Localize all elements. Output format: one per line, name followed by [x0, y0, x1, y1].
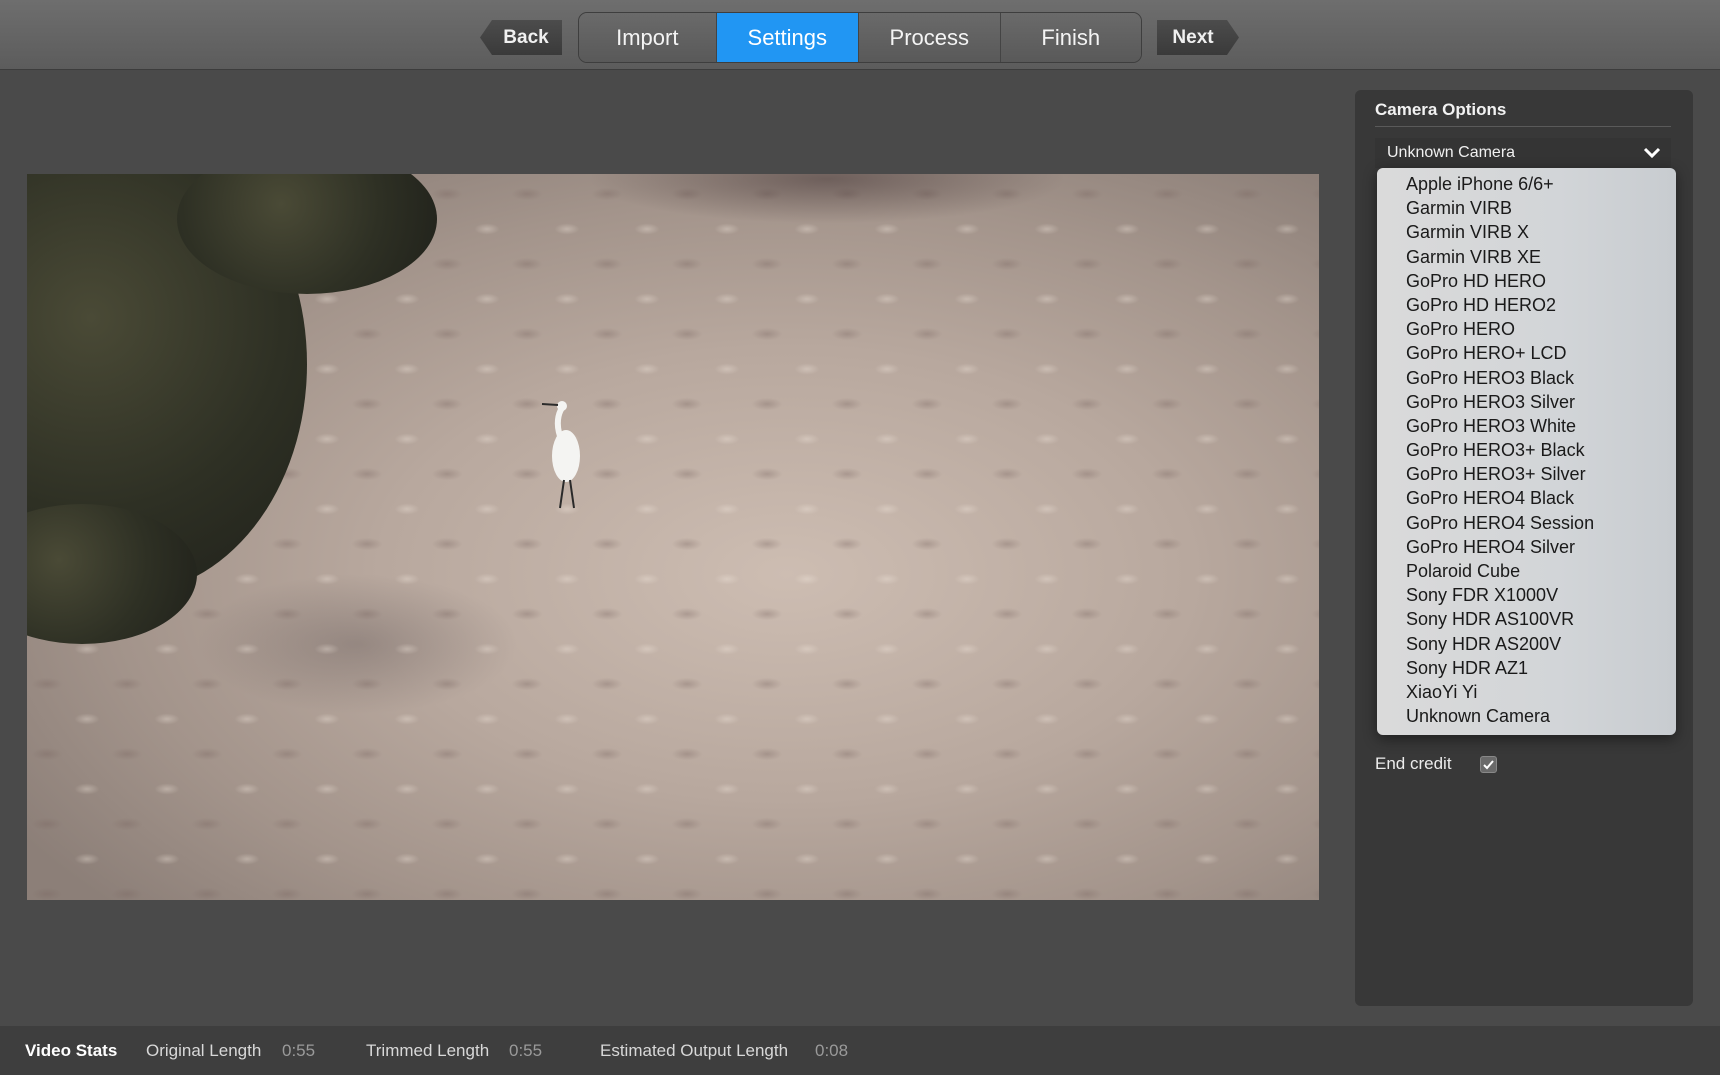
tab-finish[interactable]: Finish: [1000, 13, 1141, 62]
panel-title: Camera Options: [1375, 100, 1507, 119]
back-button[interactable]: Back: [480, 20, 562, 55]
camera-dropdown-menu: Apple iPhone 6/6+ Garmin VIRB Garmin VIR…: [1377, 168, 1676, 735]
next-button[interactable]: Next: [1157, 20, 1239, 55]
dropdown-option[interactable]: GoPro HERO4 Session: [1377, 511, 1676, 535]
dropdown-option[interactable]: Unknown Camera: [1377, 704, 1676, 728]
video-stats-bar: Video Stats Original Length 0:55 Trimmed…: [0, 1026, 1720, 1075]
dropdown-option[interactable]: Garmin VIRB XE: [1377, 245, 1676, 269]
end-credit-checkbox[interactable]: [1480, 756, 1497, 773]
dropdown-option[interactable]: GoPro HD HERO: [1377, 269, 1676, 293]
dropdown-option[interactable]: GoPro HERO3+ Silver: [1377, 462, 1676, 486]
estimated-output-length-label: Estimated Output Length: [600, 1041, 789, 1060]
dropdown-option[interactable]: GoPro HERO3 White: [1377, 414, 1676, 438]
chevron-down-icon: [1637, 142, 1667, 164]
tab-import[interactable]: Import: [579, 13, 717, 62]
dropdown-option[interactable]: Apple iPhone 6/6+: [1377, 172, 1676, 196]
camera-select-value: Unknown Camera: [1387, 144, 1516, 161]
tab-process[interactable]: Process: [859, 13, 1001, 62]
top-toolbar: Back Import Settings Process Finish Next: [0, 0, 1720, 70]
dropdown-option[interactable]: Polaroid Cube: [1377, 559, 1676, 583]
dropdown-option[interactable]: GoPro HERO: [1377, 317, 1676, 341]
dropdown-option[interactable]: GoPro HERO3+ Black: [1377, 438, 1676, 462]
dropdown-option[interactable]: GoPro HERO4 Black: [1377, 486, 1676, 510]
checkmark-icon: [1483, 759, 1494, 769]
camera-select[interactable]: Unknown Camera: [1375, 138, 1671, 168]
end-credit-label: End credit: [1375, 754, 1452, 773]
dropdown-option[interactable]: Sony HDR AS100VR: [1377, 607, 1676, 631]
tab-settings[interactable]: Settings: [716, 13, 860, 62]
original-length-label: Original Length: [146, 1041, 262, 1060]
video-preview: [27, 174, 1319, 900]
original-length-value: 0:55: [282, 1041, 316, 1060]
dropdown-option[interactable]: GoPro HERO+ LCD: [1377, 341, 1676, 365]
trimmed-length-value: 0:55: [509, 1041, 543, 1060]
dropdown-option[interactable]: Sony FDR X1000V: [1377, 583, 1676, 607]
dropdown-option[interactable]: GoPro HERO3 Silver: [1377, 390, 1676, 414]
egret-bird: [541, 401, 580, 509]
dropdown-option[interactable]: Garmin VIRB: [1377, 196, 1676, 220]
step-tabs: Import Settings Process Finish: [578, 12, 1142, 63]
dropdown-option[interactable]: Sony HDR AS200V: [1377, 632, 1676, 656]
dropdown-option[interactable]: Garmin VIRB X: [1377, 220, 1676, 244]
divider: [1375, 126, 1671, 127]
dropdown-option[interactable]: XiaoYi Yi: [1377, 680, 1676, 704]
trimmed-length-label: Trimmed Length: [366, 1041, 490, 1060]
video-stats-title: Video Stats: [25, 1041, 118, 1060]
dropdown-option[interactable]: Sony HDR AZ1: [1377, 656, 1676, 680]
dropdown-option[interactable]: GoPro HERO3 Black: [1377, 366, 1676, 390]
dropdown-option[interactable]: GoPro HD HERO2: [1377, 293, 1676, 317]
estimated-output-length-value: 0:08: [815, 1041, 849, 1060]
dropdown-option[interactable]: GoPro HERO4 Silver: [1377, 535, 1676, 559]
